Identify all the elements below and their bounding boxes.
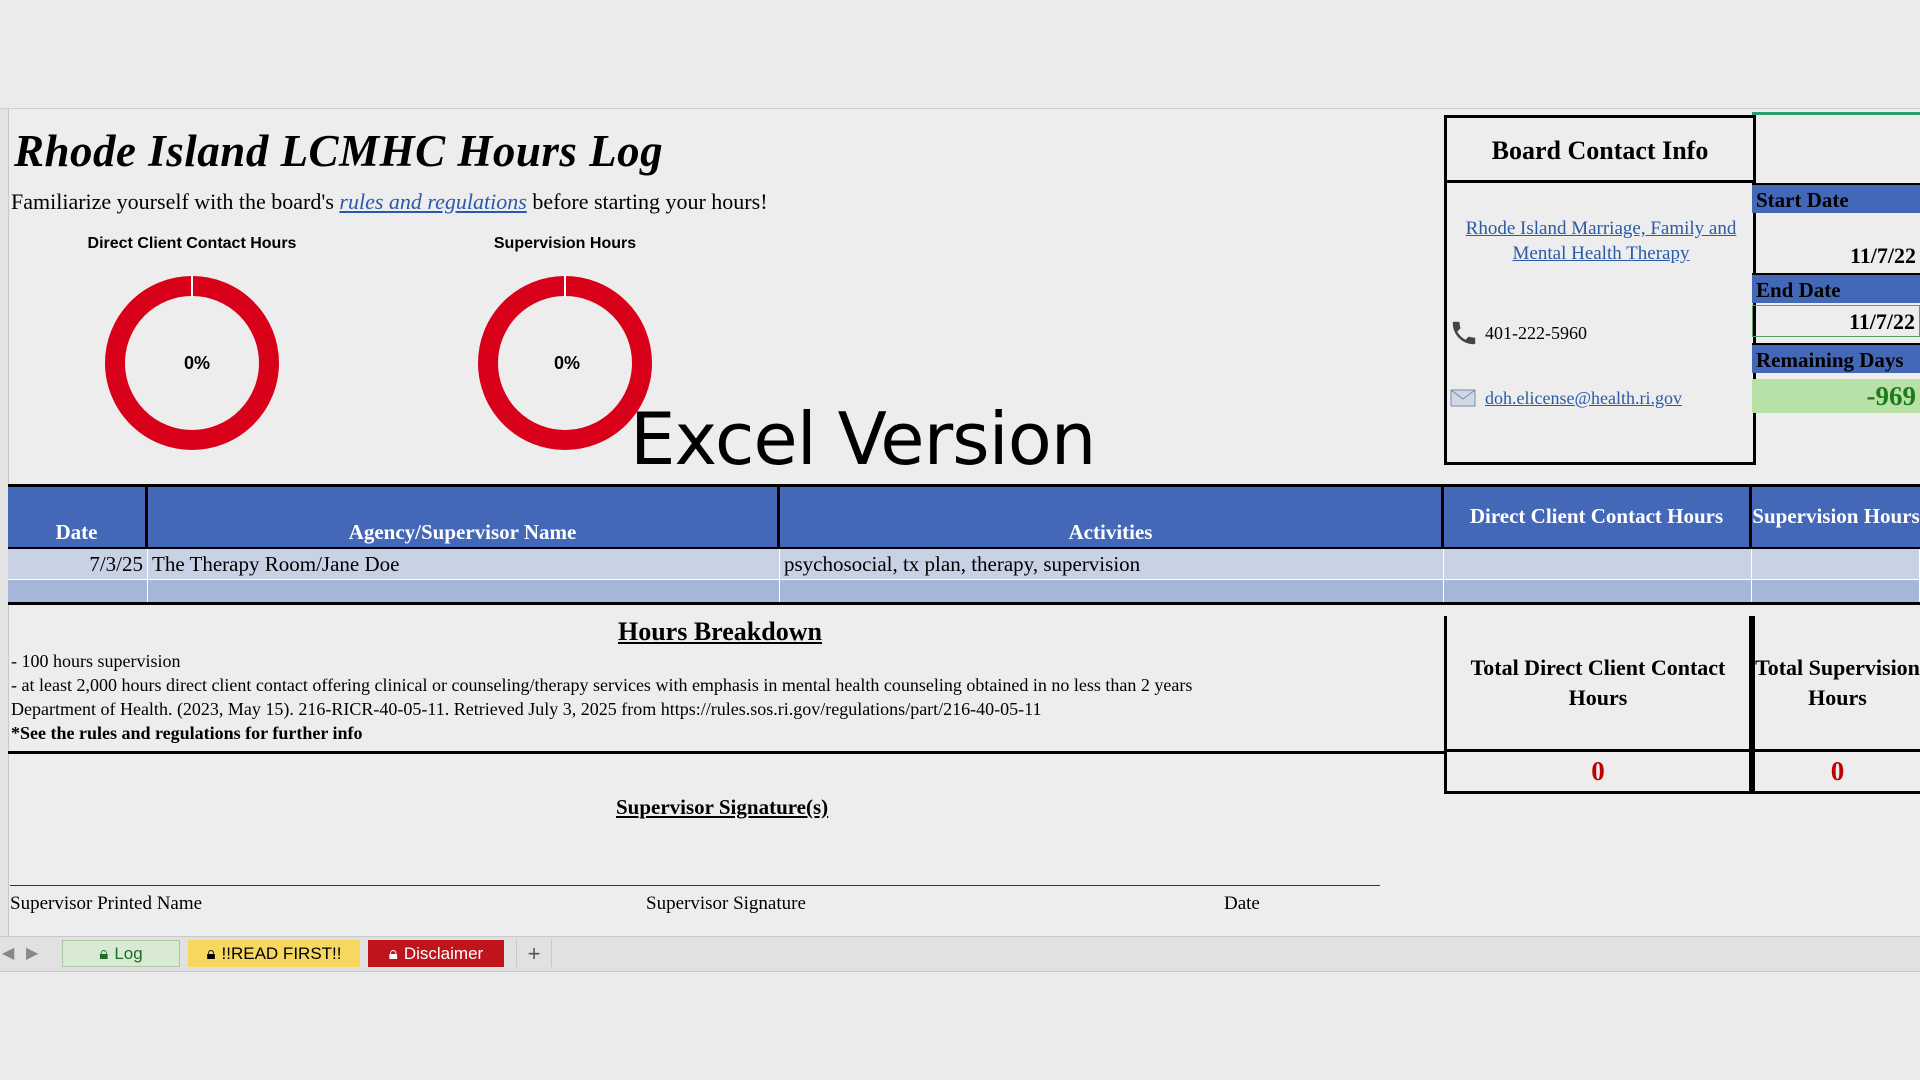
header-direct-hours[interactable]: Direct Client Contact Hours (1444, 487, 1752, 547)
start-date-label: Start Date (1752, 183, 1920, 213)
cell-date[interactable] (8, 580, 148, 602)
cell-supervision-hours[interactable] (1752, 580, 1920, 602)
page-title: Rhode Island LCMHC Hours Log (14, 126, 664, 176)
supervisor-printed-name-label: Supervisor Printed Name (10, 893, 203, 914)
sheet-tab-bar: ◀ ▶ 🔒︎ Log 🔒︎ !!READ FIRST!! 🔒︎ Disclaimer … (0, 936, 1920, 972)
header-date[interactable]: Date (8, 487, 148, 547)
sheet-tab-log[interactable]: 🔒︎ Log (62, 940, 180, 967)
header-supervision-hours[interactable]: Supervision Hours (1752, 487, 1920, 547)
breakdown-line: - at least 2,000 hours direct client con… (11, 675, 1193, 695)
cell-direct-hours[interactable] (1444, 549, 1752, 579)
lock-icon: 🔒︎ (99, 943, 109, 963)
total-direct-label: Total Direct Client Contact Hours (1444, 616, 1752, 752)
board-contact-box: Board Contact Info Rhode Island Marriage… (1444, 115, 1756, 465)
email-row: doh.elicense@health.ri.gov (1449, 386, 1682, 410)
donut-title-supervision: Supervision Hours (493, 235, 637, 252)
total-supervision-value: 0 (1752, 752, 1920, 794)
breakdown-line: - 100 hours supervision (11, 651, 181, 671)
cell-agency[interactable] (148, 580, 780, 602)
signature-date-label: Date (1224, 893, 1260, 914)
selected-cell-indicator (1752, 112, 1920, 115)
breakdown-bottom-border (8, 751, 1444, 754)
supervisor-signature-title: Supervisor Signature(s) (616, 795, 829, 819)
header-agency[interactable]: Agency/Supervisor Name (148, 487, 780, 547)
start-date-value[interactable]: 11/7/22 (1752, 243, 1920, 269)
lock-icon: 🔒︎ (388, 943, 398, 963)
total-supervision-label: Total Supervision Hours (1752, 616, 1920, 752)
donut-label-direct: 0% (184, 353, 210, 373)
donut-title-direct: Direct Client Contact Hours (87, 235, 297, 252)
hours-log-table: Date Agency/Supervisor Name Activities D… (8, 484, 1920, 605)
cell-date[interactable]: 7/3/25 (8, 549, 148, 579)
cell-supervision-hours[interactable] (1752, 549, 1920, 579)
email-icon (1450, 389, 1476, 407)
subtitle: Familiarize yourself with the board's ru… (11, 189, 768, 215)
cell-activities[interactable]: psychosocial, tx plan, therapy, supervis… (780, 549, 1444, 579)
donut-label-supervision: 0% (554, 353, 580, 373)
sheet-tab-read-first[interactable]: 🔒︎ !!READ FIRST!! (188, 940, 360, 967)
supervisor-signature-label: Supervisor Signature (646, 893, 806, 914)
subtitle-after: before starting your hours! (526, 189, 768, 214)
signature-line (10, 885, 1380, 886)
donut-chart-supervision: 0% (478, 275, 652, 450)
phone-number: 401-222-5960 (1485, 322, 1587, 343)
end-date-label: End Date (1752, 273, 1920, 303)
cell-activities[interactable] (780, 580, 1444, 602)
cell-agency[interactable]: The Therapy Room/Jane Doe (148, 549, 780, 579)
header-activities[interactable]: Activities (780, 487, 1444, 547)
table-header: Date Agency/Supervisor Name Activities D… (8, 487, 1920, 549)
end-date-value[interactable]: 11/7/22 (1752, 305, 1920, 337)
phone-icon (1452, 321, 1476, 345)
phone-row: 401-222-5960 (1449, 318, 1587, 348)
excel-version-overlay: Excel Version (630, 397, 1096, 481)
donut-chart-direct: 0% (105, 275, 279, 450)
board-link[interactable]: Rhode Island Marriage, Family and Mental… (1461, 216, 1741, 266)
sheet-tab-label: Disclaimer (403, 943, 484, 963)
subtitle-before: Familiarize yourself with the board's (11, 189, 340, 214)
board-contact-heading: Board Contact Info (1447, 118, 1753, 183)
sheet-tab-disclaimer[interactable]: 🔒︎ Disclaimer (368, 940, 504, 967)
sheet-tab-label: !!READ FIRST!! (221, 943, 342, 963)
total-direct-value: 0 (1444, 752, 1752, 794)
spreadsheet-grid[interactable]: Rhode Island LCMHC Hours Log Familiarize… (0, 108, 1920, 937)
scroll-tabs-right-icon[interactable]: ▶ (26, 943, 38, 962)
lock-icon: 🔒︎ (206, 943, 216, 963)
cell-direct-hours[interactable] (1444, 580, 1752, 602)
rules-link[interactable]: rules and regulations (339, 189, 526, 214)
hours-breakdown-title: Hours Breakdown (618, 617, 822, 646)
table-row[interactable]: 7/3/25 The Therapy Room/Jane Doe psychos… (8, 549, 1920, 580)
sheet-tab-label: Log (114, 943, 143, 963)
email-link[interactable]: doh.elicense@health.ri.gov (1485, 388, 1682, 409)
breakdown-line: Department of Health. (2023, May 15). 21… (11, 699, 1042, 719)
add-sheet-button[interactable]: + (516, 940, 552, 967)
scroll-tabs-left-icon[interactable]: ◀ (2, 943, 14, 962)
remaining-days-label: Remaining Days (1752, 343, 1920, 373)
breakdown-line: *See the rules and regulations for furth… (11, 723, 363, 743)
remaining-days-value: -969 (1752, 379, 1920, 413)
table-row[interactable] (8, 580, 1920, 605)
